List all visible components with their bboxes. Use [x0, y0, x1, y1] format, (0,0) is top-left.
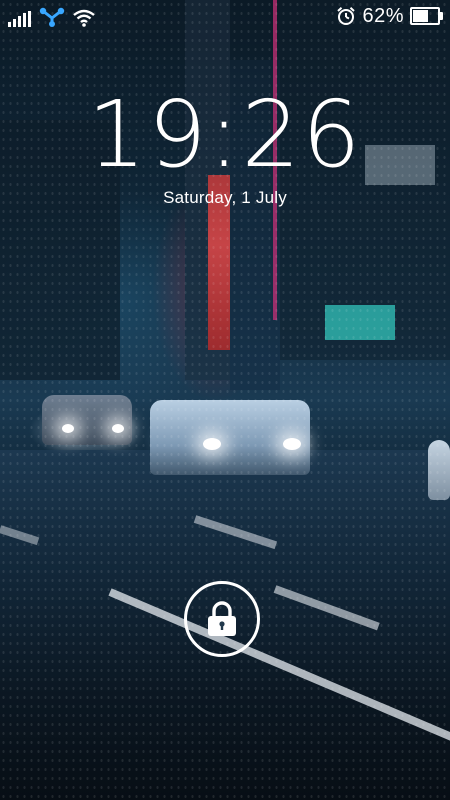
wifi-icon: [73, 9, 95, 27]
status-bar: 62%: [0, 0, 450, 32]
battery-percentage: 62%: [362, 5, 404, 27]
signal-bars-icon: [8, 11, 31, 27]
alarm-clock-icon: [337, 7, 356, 25]
lock-screen: 62% 19:26 Saturday, 1 July: [0, 0, 450, 800]
unlock-button[interactable]: [184, 581, 260, 657]
lock-screen-date: Saturday, 1 July: [163, 188, 287, 207]
padlock-icon: [208, 601, 236, 636]
battery-icon: [410, 7, 443, 25]
status-bar-left: [8, 5, 95, 27]
network-share-icon: [39, 7, 65, 27]
status-bar-right: 62%: [336, 4, 443, 28]
battery-level-fill: [413, 10, 428, 22]
lock-screen-clock: 19:26: [87, 81, 363, 188]
